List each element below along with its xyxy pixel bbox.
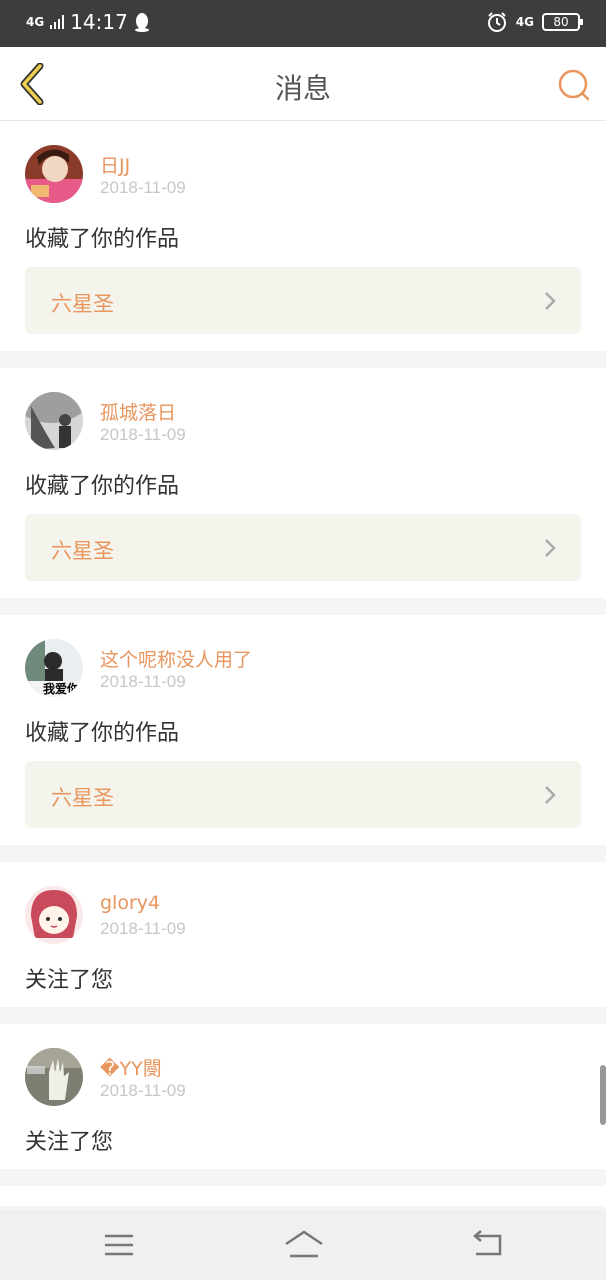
notification-action: 收藏了你的作品 (25, 721, 180, 746)
avatar-caption: 我爱你 (43, 681, 79, 696)
avatar-image (25, 145, 83, 203)
notification-action: 收藏了你的作品 (25, 474, 180, 499)
user-name[interactable]: �YY閿 (100, 1054, 162, 1081)
avatar[interactable] (25, 145, 83, 203)
scrollbar[interactable] (600, 1065, 606, 1125)
alarm-icon (487, 12, 506, 32)
avatar-image (25, 886, 83, 944)
work-link[interactable]: 六星圣 (25, 267, 581, 334)
status-left: 4G 14:17 (26, 10, 150, 34)
network-type-right: 4G (515, 15, 534, 29)
notification-date: 2018-11-09 (100, 178, 186, 197)
return-icon (473, 1230, 502, 1256)
work-link[interactable]: 六星圣 (25, 761, 581, 828)
notification-item[interactable]: 我爱你 这个呢称没人用了 2018-11-09 收藏了你的作品 六星圣 (0, 615, 606, 845)
return-button[interactable] (470, 1228, 506, 1262)
nav-bar: 消息 (0, 47, 606, 121)
notification-date: 2018-11-09 (100, 425, 186, 444)
status-bar: 4G 14:17 4G 80 (0, 0, 606, 47)
avatar[interactable]: 我爱你 (25, 639, 83, 697)
chevron-right-icon (545, 786, 556, 804)
chevron-right-icon (545, 539, 556, 557)
notification-action: 关注了您 (25, 968, 114, 993)
menu-icon (105, 1234, 133, 1256)
qq-penguin-icon (134, 13, 149, 32)
battery-indicator: 80 (542, 13, 583, 31)
avatar-image (25, 392, 83, 450)
notification-item[interactable]: glory4 2018-11-09 关注了您 (0, 862, 606, 1007)
avatar-image: 我爱你 (25, 639, 83, 697)
notification-list[interactable]: 日JJ 2018-11-09 收藏了你的作品 六星圣 孤城落日 2018-11-… (0, 121, 606, 1223)
user-name[interactable]: 孤城落日 (100, 398, 176, 425)
work-title: 六星圣 (51, 786, 114, 810)
avatar-image (25, 1048, 83, 1106)
menu-button[interactable] (101, 1228, 137, 1262)
user-name[interactable]: glory4 (100, 892, 160, 914)
notification-item[interactable]: 日JJ 2018-11-09 收藏了你的作品 六星圣 (0, 121, 606, 351)
work-link[interactable]: 六星圣 (25, 514, 581, 581)
search-icon (558, 69, 590, 101)
network-type-left: 4G (26, 15, 45, 29)
work-title: 六星圣 (51, 539, 114, 563)
user-name[interactable]: 这个呢称没人用了 (100, 645, 252, 672)
home-button[interactable] (284, 1228, 323, 1262)
notification-item[interactable]: 孤城落日 2018-11-09 收藏了你的作品 六星圣 (0, 368, 606, 598)
page-title: 消息 (274, 72, 331, 105)
status-time: 14:17 (70, 10, 128, 34)
notification-date: 2018-11-09 (100, 1081, 186, 1100)
user-name[interactable]: 日JJ (100, 151, 130, 178)
home-icon (285, 1230, 323, 1258)
avatar[interactable] (25, 392, 83, 450)
notification-action: 关注了您 (25, 1130, 114, 1155)
work-title: 六星圣 (51, 292, 114, 316)
signal-icon (50, 15, 65, 29)
notification-action: 收藏了你的作品 (25, 227, 180, 252)
notification-date: 2018-11-09 (100, 919, 186, 938)
notification-item[interactable] (0, 1186, 606, 1206)
avatar[interactable] (25, 886, 83, 944)
chevron-right-icon (545, 292, 556, 310)
notification-date: 2018-11-09 (100, 672, 186, 691)
avatar[interactable] (25, 1048, 83, 1106)
notification-item[interactable]: �YY閿 2018-11-09 关注了您 (0, 1024, 606, 1169)
system-nav-bar (0, 1210, 606, 1280)
status-right: 4G 80 (486, 11, 583, 33)
search-button[interactable] (556, 67, 592, 103)
